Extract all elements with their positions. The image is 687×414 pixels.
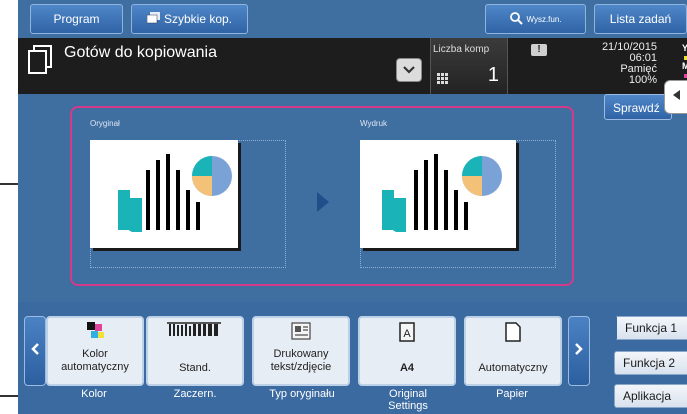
side-panel-toggle[interactable]	[664, 80, 687, 114]
copy-document-icon	[27, 45, 53, 80]
original-settings-button[interactable]: A A4	[358, 316, 456, 386]
program-label: Program	[53, 12, 100, 26]
paper-caption: Papier	[496, 388, 528, 400]
svg-text:A: A	[403, 328, 411, 340]
search-button[interactable]: Wysz.fun.	[485, 4, 586, 34]
original-type-button[interactable]: Drukowany tekst/zdjęcie	[252, 316, 350, 386]
job-list-label: Lista zadań	[609, 12, 672, 26]
check-button[interactable]: Sprawdź	[604, 94, 672, 120]
toner-m: M	[682, 62, 687, 80]
density-button[interactable]: Stand.	[146, 316, 244, 386]
density-value: Stand.	[179, 362, 211, 374]
chevron-left-icon	[671, 88, 681, 106]
original-settings-caption-2: Settings	[388, 400, 428, 412]
color-line-1: Kolor	[82, 348, 108, 360]
paper-sheet-icon	[466, 322, 560, 342]
dropdown-button[interactable]	[396, 58, 422, 82]
status-title: Gotów do kopiowania	[64, 44, 217, 61]
memory-value: 100%	[628, 74, 657, 86]
datetime-panel: 21/10/2015 06:01 Pamięć 100%	[573, 42, 657, 86]
original-type-line-1: Drukowany	[273, 348, 329, 360]
scroll-left-button[interactable]	[24, 316, 46, 386]
keypad-icon	[437, 72, 449, 90]
density-icon	[148, 322, 242, 340]
density-caption: Zaczern.	[173, 388, 217, 400]
search-label: Wysz.fun.	[526, 14, 562, 24]
status-bar: Gotów do kopiowania Liczba komp 1 ! 21/1…	[18, 38, 687, 96]
original-page-chart-icon	[118, 154, 232, 232]
original-page-icon: A	[360, 322, 454, 342]
color-button[interactable]: Kolor automatyczny	[46, 316, 144, 386]
text-photo-icon	[254, 322, 348, 340]
function-2-tab[interactable]: Funkcja 2	[614, 351, 687, 375]
chevron-right-icon	[575, 342, 583, 360]
output-page-chart-icon	[382, 154, 502, 232]
paper-button[interactable]: Automatyczny	[464, 316, 562, 386]
application-tab[interactable]: Aplikacja	[614, 384, 687, 408]
original-label: Oryginał	[90, 119, 120, 128]
color-line-2: automatyczny	[61, 361, 129, 373]
job-list-button[interactable]: Lista zadań	[594, 4, 687, 34]
paper-value: Automatyczny	[478, 362, 548, 374]
original-type-caption: Typ oryginału	[269, 388, 335, 400]
chevron-left-icon	[31, 342, 39, 360]
chevron-down-icon	[403, 61, 415, 79]
original-type-line-2: tekst/zdjęcie	[270, 361, 332, 373]
quick-copy-button[interactable]: Szybkie kop.	[131, 4, 248, 34]
color-caption: Kolor	[81, 388, 107, 400]
play-arrow-icon	[316, 191, 330, 218]
warning-icon[interactable]: !	[531, 44, 547, 56]
output-page	[360, 140, 516, 248]
program-button[interactable]: Program	[30, 4, 123, 34]
quick-copy-label: Szybkie kop.	[163, 12, 233, 26]
callout-line	[0, 395, 20, 397]
function-1-tab[interactable]: Funkcja 1	[614, 316, 687, 340]
original-settings-value: A4	[399, 362, 415, 374]
original-settings-caption: Original Settings	[358, 388, 458, 412]
toner-y: Y	[682, 44, 687, 62]
quick-copy-icon	[146, 11, 161, 27]
scroll-right-button[interactable]	[568, 316, 590, 386]
copies-label: Liczba komp	[433, 44, 490, 55]
output-label: Wydruk	[360, 119, 388, 128]
original-settings-caption-1: Original	[389, 388, 427, 400]
color-mode-icon	[48, 322, 142, 340]
copies-value: 1	[487, 64, 499, 86]
original-page	[90, 140, 238, 248]
search-icon	[509, 11, 524, 28]
copies-counter[interactable]: Liczba komp 1	[430, 38, 508, 94]
